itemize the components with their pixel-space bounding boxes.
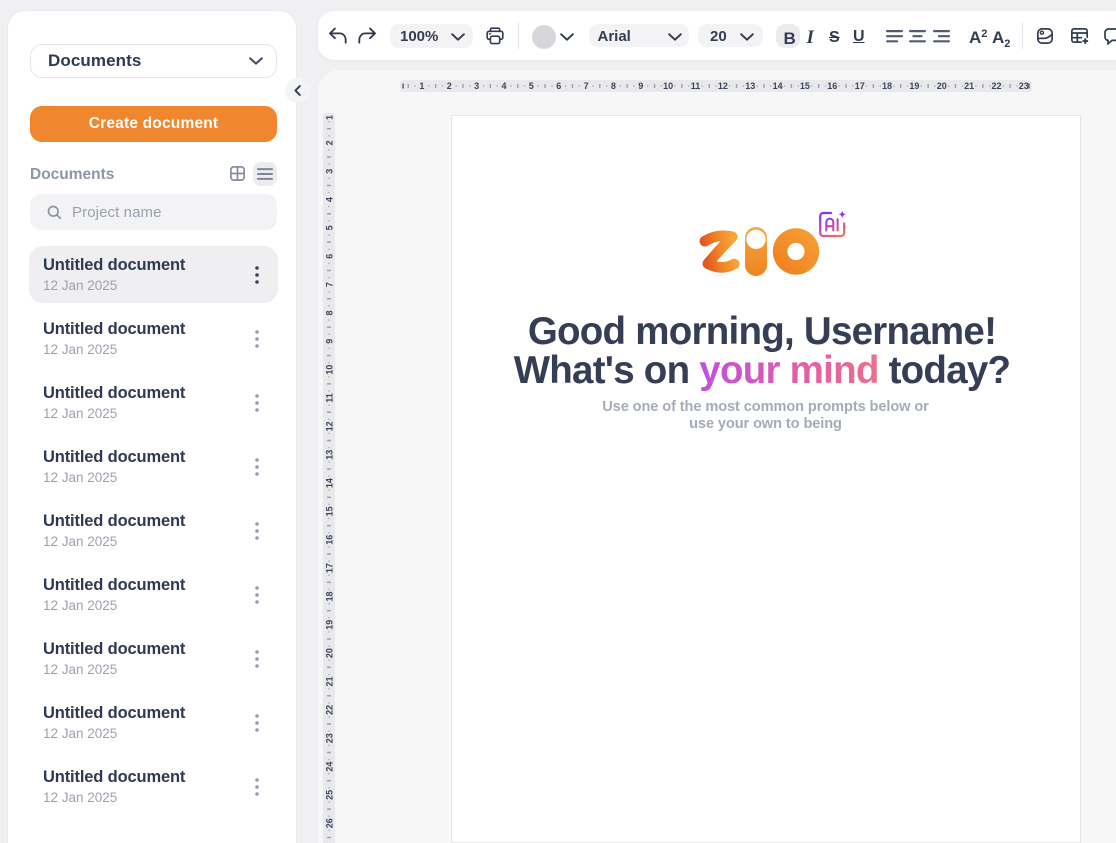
svg-text:10: 10 <box>324 365 334 375</box>
svg-text:1: 1 <box>419 81 424 91</box>
svg-text:21: 21 <box>324 676 334 686</box>
svg-text:24: 24 <box>324 762 334 772</box>
svg-text:5: 5 <box>324 225 334 230</box>
svg-text:17: 17 <box>324 563 334 573</box>
svg-text:7: 7 <box>324 282 334 287</box>
svg-text:8: 8 <box>610 81 615 91</box>
svg-text:6: 6 <box>556 81 561 91</box>
svg-text:17: 17 <box>854 81 864 91</box>
svg-text:11: 11 <box>324 393 334 403</box>
svg-text:21: 21 <box>964 81 974 91</box>
svg-text:12: 12 <box>324 421 334 431</box>
svg-text:4: 4 <box>501 81 506 91</box>
svg-text:14: 14 <box>324 478 334 488</box>
svg-text:26: 26 <box>324 818 334 828</box>
svg-text:14: 14 <box>772 81 782 91</box>
svg-text:4: 4 <box>324 197 334 202</box>
svg-text:9: 9 <box>324 339 334 344</box>
svg-text:19: 19 <box>324 620 334 630</box>
svg-text:12: 12 <box>717 81 727 91</box>
svg-text:7: 7 <box>583 81 588 91</box>
svg-text:3: 3 <box>474 81 479 91</box>
svg-text:13: 13 <box>324 450 334 460</box>
svg-text:23: 23 <box>1018 81 1028 91</box>
svg-text:11: 11 <box>690 81 700 91</box>
svg-text:22: 22 <box>324 705 334 715</box>
svg-text:19: 19 <box>909 81 919 91</box>
svg-text:22: 22 <box>991 81 1001 91</box>
svg-text:20: 20 <box>936 81 946 91</box>
svg-text:3: 3 <box>324 169 334 174</box>
svg-text:15: 15 <box>324 506 334 516</box>
svg-text:23: 23 <box>324 733 334 743</box>
svg-text:25: 25 <box>324 790 334 800</box>
svg-text:10: 10 <box>663 81 673 91</box>
svg-text:9: 9 <box>638 81 643 91</box>
svg-text:20: 20 <box>324 648 334 658</box>
svg-text:2: 2 <box>324 140 334 145</box>
svg-text:6: 6 <box>324 254 334 259</box>
svg-text:8: 8 <box>324 310 334 315</box>
svg-text:16: 16 <box>324 535 334 545</box>
svg-text:15: 15 <box>799 81 809 91</box>
svg-text:2: 2 <box>446 81 451 91</box>
svg-text:13: 13 <box>745 81 755 91</box>
svg-text:18: 18 <box>881 81 891 91</box>
svg-text:16: 16 <box>827 81 837 91</box>
svg-text:5: 5 <box>528 81 533 91</box>
svg-text:1: 1 <box>324 115 334 120</box>
svg-text:18: 18 <box>324 591 334 601</box>
